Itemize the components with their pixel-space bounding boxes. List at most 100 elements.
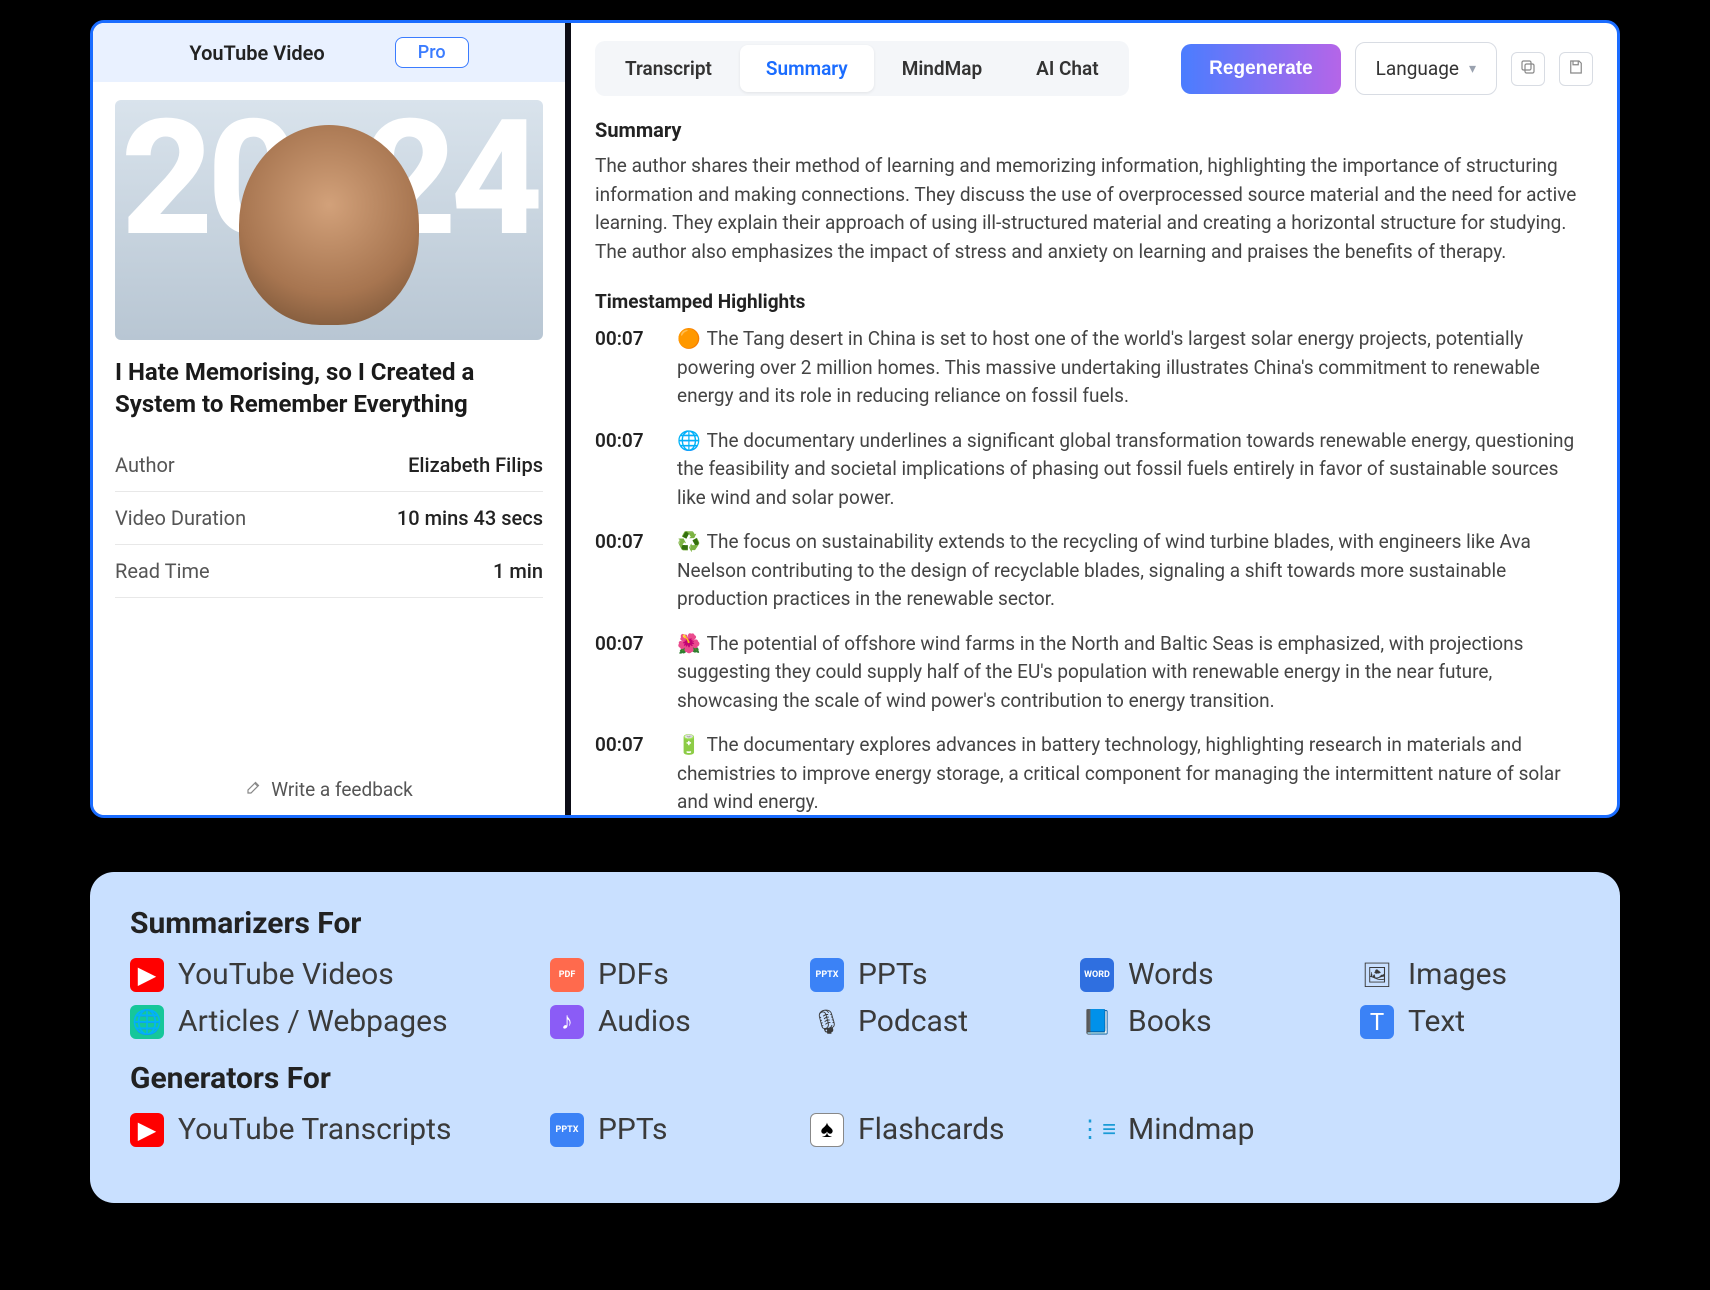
meta-row: Author Elizabeth Filips — [115, 439, 543, 492]
video-thumbnail[interactable]: 20 24 — [115, 100, 543, 340]
highlight-timestamp[interactable]: 00:07 — [595, 427, 657, 513]
sidebar-header: YouTube Video Pro — [93, 23, 565, 82]
tool-audios[interactable]: ♪ Audios — [550, 1004, 800, 1039]
highlights-section-title: Timestamped Highlights — [595, 290, 1585, 313]
tool-label: Text — [1408, 1004, 1465, 1039]
meta-value: 10 mins 43 secs — [397, 506, 543, 530]
tool-label: Audios — [598, 1004, 691, 1039]
tool-mindmap[interactable]: ⋮≡ Mindmap — [1080, 1112, 1490, 1147]
meta-value: 1 min — [493, 559, 543, 583]
language-select[interactable]: Language ▾ — [1355, 42, 1497, 95]
tab-ai-chat[interactable]: AI Chat — [1010, 45, 1124, 92]
tool-words[interactable]: WORDWords — [1080, 957, 1350, 992]
tool-label: PDFs — [598, 957, 669, 992]
tool-label: Podcast — [858, 1004, 968, 1039]
tool-flashcards[interactable]: ♠ Flashcards — [810, 1112, 1070, 1147]
tab-summary[interactable]: Summary — [740, 45, 874, 92]
regenerate-button[interactable]: Regenerate — [1181, 44, 1341, 94]
tool-youtube-transcripts[interactable]: ▶ YouTube Transcripts — [130, 1112, 540, 1147]
tool-articles-webpages[interactable]: 🌐Articles / Webpages — [130, 1004, 540, 1039]
tool-icon: PPTX — [810, 958, 844, 992]
summarizers-row-2: 🌐Articles / Webpages ♪ Audios 🎙 Podcast 📘 Book… — [130, 1004, 1580, 1039]
tool-icon: T — [1360, 1005, 1394, 1039]
save-icon — [1567, 58, 1585, 80]
tool-icon: ▶ — [130, 1113, 164, 1147]
meta-label: Video Duration — [115, 506, 246, 530]
tool-icon: ▶ — [130, 958, 164, 992]
summarizers-row-1: ▶ YouTube Videos PDFPDFs PPTX PPTs WORDWords 🖼… — [130, 957, 1580, 992]
summarizers-title: Summarizers For — [130, 906, 1580, 941]
highlight-text: 🌐The documentary underlines a significan… — [677, 427, 1585, 513]
tool-icon: ♪ — [550, 1005, 584, 1039]
tool-icon: ⋮≡ — [1080, 1113, 1114, 1147]
highlight-row: 00:07 ♻️The focus on sustainability exten… — [595, 528, 1585, 614]
thumbnail-person — [239, 125, 419, 325]
generators-title: Generators For — [130, 1061, 1580, 1096]
tool-label: Articles / Webpages — [178, 1004, 448, 1039]
tool-images[interactable]: 🖼Images — [1360, 957, 1710, 992]
tool-ppts[interactable]: PPTX PPTs — [550, 1112, 800, 1147]
pro-badge[interactable]: Pro — [395, 37, 469, 68]
tool-icon: PPTX — [550, 1113, 584, 1147]
write-feedback-label: Write a feedback — [271, 778, 413, 801]
tool-label: PPTs — [858, 957, 928, 992]
tool-icon: 🎙 — [810, 1005, 844, 1039]
content-scroll[interactable]: Summary The author shares their method o… — [595, 114, 1593, 815]
chevron-down-icon: ▾ — [1469, 61, 1476, 77]
tool-label: Mindmap — [1128, 1112, 1254, 1147]
tool-label: Flashcards — [858, 1112, 1005, 1147]
tool-icon: 📘 — [1080, 1005, 1114, 1039]
meta-row: Read Time 1 min — [115, 545, 543, 598]
meta-value: Elizabeth Filips — [408, 453, 543, 477]
highlight-timestamp[interactable]: 00:07 — [595, 731, 657, 815]
tabs: TranscriptSummaryMindMapAI Chat — [595, 41, 1129, 96]
highlight-emoji-icon: 🌐 — [677, 429, 701, 452]
video-title: I Hate Memorising, so I Created a System… — [93, 350, 565, 439]
video-meta: Author Elizabeth Filips Video Duration 10 m… — [93, 439, 565, 598]
highlight-timestamp[interactable]: 00:07 — [595, 630, 657, 716]
tools-card: Summarizers For ▶ YouTube Videos PDFPDFs PP… — [90, 872, 1620, 1203]
summary-body: The author shares their method of learni… — [595, 152, 1585, 266]
tool-label: YouTube Transcripts — [178, 1112, 451, 1147]
tool-text[interactable]: T Text — [1360, 1004, 1710, 1039]
tab-transcript[interactable]: Transcript — [599, 45, 738, 92]
tool-podcast[interactable]: 🎙 Podcast — [810, 1004, 1070, 1039]
copy-icon — [1519, 58, 1537, 80]
highlight-text: 🔋The documentary explores advances in ba… — [677, 731, 1585, 815]
summary-section-title: Summary — [595, 118, 1585, 142]
highlight-timestamp[interactable]: 00:07 — [595, 528, 657, 614]
tool-pdfs[interactable]: PDFPDFs — [550, 957, 800, 992]
topbar: TranscriptSummaryMindMapAI Chat Regenera… — [595, 41, 1593, 96]
language-label: Language — [1376, 57, 1459, 80]
generators-row: ▶ YouTube Transcripts PPTX PPTs ♠ Flashcards ⋮… — [130, 1112, 1580, 1147]
sidebar-title: YouTube Video — [189, 41, 324, 65]
highlight-row: 00:07 🌐The documentary underlines a signi… — [595, 427, 1585, 513]
tool-label: Words — [1128, 957, 1214, 992]
highlight-timestamp[interactable]: 00:07 — [595, 325, 657, 411]
tool-icon: 🖼 — [1360, 958, 1394, 992]
tab-mindmap[interactable]: MindMap — [876, 45, 1008, 92]
highlight-emoji-icon: 🟠 — [677, 327, 701, 350]
meta-row: Video Duration 10 mins 43 secs — [115, 492, 543, 545]
highlight-row: 00:07 🟠The Tang desert in China is set to… — [595, 325, 1585, 411]
tool-label: Books — [1128, 1004, 1212, 1039]
tool-label: YouTube Videos — [178, 957, 394, 992]
highlight-text: ♻️The focus on sustainability extends to… — [677, 528, 1585, 614]
highlight-emoji-icon: 🌺 — [677, 632, 701, 655]
tool-icon: ♠ — [810, 1113, 844, 1147]
tool-books[interactable]: 📘 Books — [1080, 1004, 1350, 1039]
tool-label: PPTs — [598, 1112, 668, 1147]
tool-youtube-videos[interactable]: ▶ YouTube Videos — [130, 957, 540, 992]
main-panel: TranscriptSummaryMindMapAI Chat Regenera… — [571, 23, 1617, 815]
copy-button[interactable] — [1511, 52, 1545, 86]
highlight-text: 🟠The Tang desert in China is set to host… — [677, 325, 1585, 411]
sidebar: YouTube Video Pro 20 24 I Hate Memorisin… — [93, 23, 571, 815]
save-button[interactable] — [1559, 52, 1593, 86]
write-feedback-button[interactable]: Write a feedback — [93, 764, 565, 815]
meta-label: Author — [115, 453, 175, 477]
highlight-emoji-icon: 🔋 — [677, 733, 701, 756]
app-window: YouTube Video Pro 20 24 I Hate Memorisin… — [90, 20, 1620, 818]
highlight-text: 🌺The potential of offshore wind farms in… — [677, 630, 1585, 716]
tool-ppts[interactable]: PPTX PPTs — [810, 957, 1070, 992]
meta-label: Read Time — [115, 559, 210, 583]
